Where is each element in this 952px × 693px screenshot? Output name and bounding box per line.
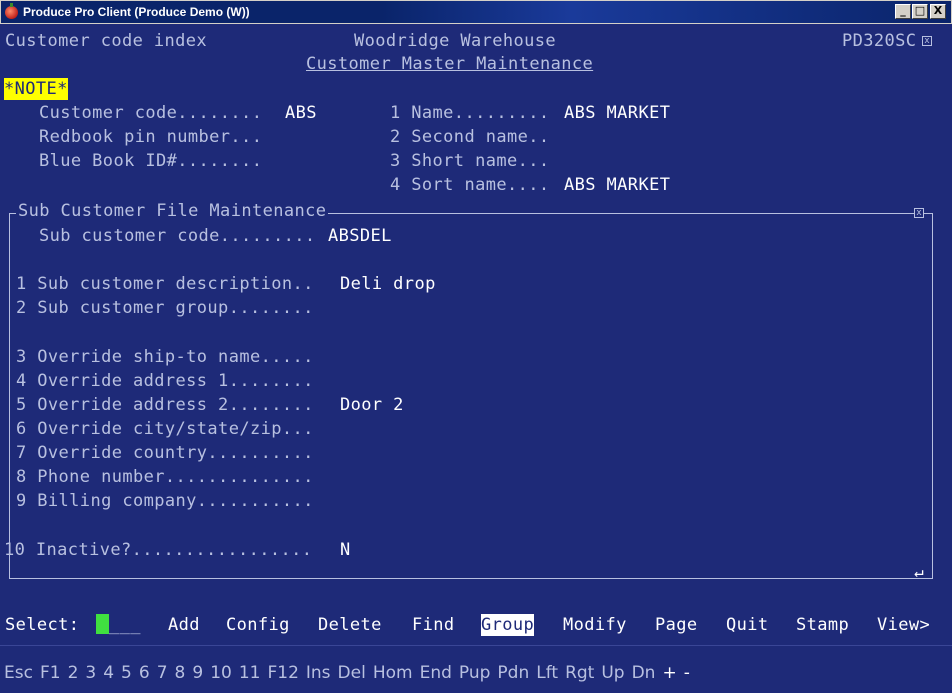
field-label-5: 5 Override address 2........ — [16, 395, 314, 415]
sub-customer-panel-title: Sub Customer File Maintenance — [16, 200, 329, 222]
field-label-6: 6 Override city/state/zip... — [16, 419, 314, 439]
menu-delete[interactable]: Delete — [318, 614, 382, 636]
divider-line — [0, 645, 952, 646]
function-key-bar: Esc F1 2 3 4 5 6 7 8 9 10 11 F12 Ins Del Hom End Pup Pdn Lf… — [4, 662, 697, 684]
fkey-9[interactable]: 9 — [192, 663, 203, 683]
menu-quit[interactable]: Quit — [726, 614, 769, 636]
sort-name-label: 4 Sort name.... — [390, 175, 550, 195]
fkey-13[interactable]: Ins — [306, 663, 331, 683]
field-value-1[interactable]: Deli drop — [340, 273, 436, 295]
window-title: Produce Pro Client (Produce Demo (W)) — [23, 5, 250, 19]
name-label: 1 Name......... — [390, 103, 550, 123]
fkey-8[interactable]: 8 — [175, 663, 186, 683]
second-name-label: 2 Second name.. — [390, 127, 550, 147]
fkey-15[interactable]: Hom — [373, 663, 413, 683]
fkey-23[interactable]: + — [662, 663, 676, 683]
fkey-2[interactable]: 2 — [68, 663, 79, 683]
fkey-20[interactable]: Rgt — [565, 663, 594, 683]
menu-page[interactable]: Page — [655, 614, 698, 636]
sub-customer-code-label: Sub customer code......... — [39, 226, 316, 246]
redbook-pin-label: Redbook pin number... — [39, 127, 263, 147]
fkey-10[interactable]: 10 — [210, 663, 232, 683]
fkey-14[interactable]: Del — [338, 663, 366, 683]
fkey-18[interactable]: Pdn — [497, 663, 529, 683]
close-button[interactable]: X — [930, 4, 946, 19]
menu-group[interactable]: Group — [481, 614, 535, 636]
field-label-1: 1 Sub customer description.. — [16, 274, 314, 294]
menu-stamp[interactable]: Stamp — [796, 614, 849, 636]
minimize-button[interactable]: _ — [895, 4, 911, 19]
sort-name-value[interactable]: ABS MARKET — [564, 174, 670, 196]
menu-modify[interactable]: Modify — [563, 614, 627, 636]
app-tomato-icon — [5, 3, 18, 19]
fkey-6[interactable]: 6 — [139, 663, 150, 683]
field-label-7: 7 Override country.......... — [16, 443, 314, 463]
name-value[interactable]: ABS MARKET — [564, 102, 670, 124]
window-titlebar: Produce Pro Client (Produce Demo (W)) _ … — [0, 0, 952, 24]
fkey-11[interactable]: 11 — [239, 663, 261, 683]
cursor-block — [96, 614, 109, 634]
fkey-1[interactable]: F1 — [40, 663, 61, 683]
screen-index-label: Customer code index — [5, 31, 208, 51]
fkey-16[interactable]: End — [420, 663, 452, 683]
customer-code-label: Customer code........ — [39, 103, 263, 123]
fkey-22[interactable]: Dn — [632, 663, 656, 683]
fkey-21[interactable]: Up — [601, 663, 624, 683]
menu-add[interactable]: Add — [168, 614, 200, 636]
maximize-button[interactable]: □ — [912, 4, 928, 19]
terminal-screen: Customer code index Woodridge Warehouse … — [0, 24, 952, 693]
close-screen-icon[interactable]: x — [922, 36, 932, 46]
fkey-17[interactable]: Pup — [459, 663, 491, 683]
enter-arrow-icon: ↵ — [914, 562, 924, 581]
select-input[interactable]: ___ — [96, 614, 141, 636]
field-label-3: 3 Override ship-to name..... — [16, 347, 314, 367]
select-placeholder: ___ — [109, 615, 141, 635]
field-value-5[interactable]: Door 2 — [340, 394, 404, 416]
field-label-10: 10 Inactive?................. — [4, 540, 313, 560]
field-label-4: 4 Override address 1........ — [16, 371, 314, 391]
note-badge[interactable]: *NOTE* — [4, 78, 68, 100]
field-label-2: 2 Sub customer group........ — [16, 298, 314, 318]
select-label: Select: — [5, 615, 80, 635]
fkey-19[interactable]: Lft — [536, 663, 558, 683]
fkey-0[interactable]: Esc — [4, 663, 33, 683]
menu-find[interactable]: Find — [412, 614, 455, 636]
warehouse-label: Woodridge Warehouse — [354, 31, 557, 51]
fkey-4[interactable]: 4 — [103, 663, 114, 683]
fkey-7[interactable]: 7 — [157, 663, 168, 683]
page-title: Customer Master Maintenance — [306, 54, 594, 74]
fkey-3[interactable]: 3 — [85, 663, 96, 683]
short-name-label: 3 Short name... — [390, 151, 550, 171]
bluebook-id-label: Blue Book ID#........ — [39, 151, 263, 171]
field-label-8: 8 Phone number.............. — [16, 467, 314, 487]
fkey-5[interactable]: 5 — [121, 663, 132, 683]
customer-code-value[interactable]: ABS — [285, 102, 317, 124]
menu-config[interactable]: Config — [226, 614, 290, 636]
sub-customer-code-value[interactable]: ABSDEL — [328, 225, 392, 247]
menu-view[interactable]: View> — [877, 614, 930, 636]
field-value-10[interactable]: N — [340, 539, 351, 561]
fkey-12[interactable]: F12 — [267, 663, 298, 683]
field-label-9: 9 Billing company........... — [16, 491, 314, 511]
screen-code: PD320SC — [842, 31, 917, 51]
close-panel-icon[interactable]: x — [914, 208, 924, 218]
fkey-24[interactable]: - — [684, 663, 690, 683]
